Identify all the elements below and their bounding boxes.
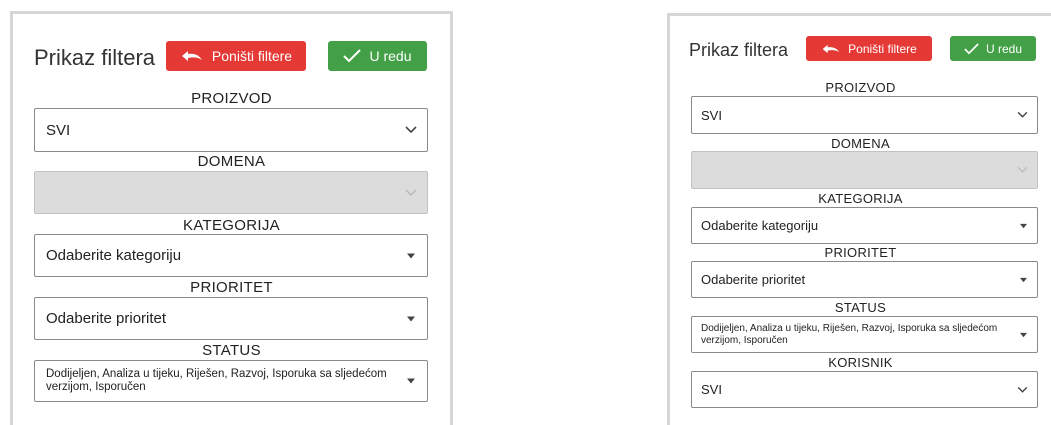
checkmark-icon: [964, 42, 979, 54]
undo-arrow-icon: [181, 51, 202, 61]
chevron-down-icon: [405, 126, 417, 134]
product-label: PROIZVOD: [191, 90, 272, 107]
category-value: Odaberite kategoriju: [701, 218, 819, 233]
product-select[interactable]: SVI: [34, 108, 428, 152]
chevron-down-icon: [1017, 166, 1028, 173]
ok-button[interactable]: U redu: [950, 36, 1036, 61]
status-value: Dodijeljen, Analiza u tijeku, Riješen, R…: [46, 367, 387, 393]
category-label: KATEGORIJA: [818, 191, 903, 206]
status-value: Dodijeljen, Analiza u tijeku, Riješen, R…: [701, 323, 998, 346]
caret-down-icon: [1020, 332, 1027, 337]
filter-panel-right: Prikaz filtera Poništi filtere U redu PR…: [667, 13, 1051, 425]
caret-down-icon: [1020, 277, 1027, 282]
domain-label: DOMENA: [831, 136, 890, 151]
filter-panel-left: Prikaz filtera Poništi filtere U redu PR…: [10, 11, 453, 425]
caret-down-icon: [407, 253, 415, 258]
ok-button[interactable]: U redu: [328, 41, 427, 71]
checkmark-icon: [343, 49, 362, 63]
product-select[interactable]: SVI: [691, 96, 1038, 134]
priority-value: Odaberite prioritet: [701, 272, 806, 287]
status-select[interactable]: Dodijeljen, Analiza u tijeku, Riješen, R…: [34, 360, 428, 402]
undo-arrow-icon: [822, 44, 840, 53]
chevron-down-icon: [1017, 386, 1028, 393]
reset-filters-label: Poništi filtere: [211, 48, 293, 64]
category-select[interactable]: Odaberite kategoriju: [691, 207, 1038, 244]
caret-down-icon: [407, 316, 415, 321]
category-select[interactable]: Odaberite kategoriju: [34, 234, 428, 277]
caret-down-icon: [1020, 223, 1027, 228]
status-label: STATUS: [202, 342, 261, 359]
ok-label: U redu: [369, 48, 412, 64]
user-value: SVI: [701, 382, 722, 397]
status-label: STATUS: [834, 300, 887, 315]
user-select[interactable]: SVI: [691, 371, 1038, 408]
reset-filters-button[interactable]: Poništi filtere: [806, 36, 932, 61]
status-select[interactable]: Dodijeljen, Analiza u tijeku, Riješen, R…: [691, 316, 1038, 353]
domain-select[interactable]: [691, 151, 1038, 189]
ok-label: U redu: [985, 41, 1023, 56]
priority-select[interactable]: Odaberite prioritet: [34, 297, 428, 340]
domain-select[interactable]: [34, 171, 428, 214]
user-label: KORISNIK: [828, 355, 893, 370]
caret-down-icon: [407, 378, 415, 384]
reset-filters-button[interactable]: Poništi filtere: [166, 41, 306, 71]
priority-select[interactable]: Odaberite prioritet: [691, 261, 1038, 298]
product-value: SVI: [701, 107, 722, 123]
priority-label: PRIORITET: [824, 245, 897, 260]
product-label: PROIZVOD: [825, 80, 896, 95]
priority-value: Odaberite prioritet: [46, 310, 167, 327]
panel-title: Prikaz filtera: [34, 45, 156, 70]
reset-filters-label: Poništi filtere: [848, 41, 917, 56]
panel-title: Prikaz filtera: [689, 40, 789, 60]
priority-label: PRIORITET: [190, 279, 273, 296]
product-value: SVI: [46, 121, 71, 139]
chevron-down-icon: [1017, 111, 1028, 118]
category-value: Odaberite kategoriju: [46, 247, 182, 264]
domain-label: DOMENA: [197, 153, 266, 170]
category-label: KATEGORIJA: [183, 217, 280, 234]
chevron-down-icon: [405, 189, 417, 196]
